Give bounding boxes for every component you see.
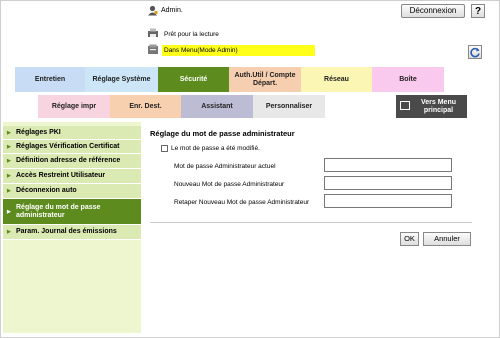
sidebar-item-verification-certificat[interactable]: Réglages Vérification Certificat — [3, 140, 141, 154]
help-button[interactable]: ? — [471, 4, 485, 18]
tab-label: Entretien — [34, 75, 66, 83]
go-main-menu-label: Vers Menu principal — [420, 98, 456, 114]
sidebar-item-acces-restreint[interactable]: Accès Restreint Utilisateur — [3, 169, 141, 184]
tab-label: Personnaliser — [265, 102, 313, 110]
current-password-label: Mot de passe Administrateur actuel — [174, 163, 276, 170]
tab-label: Assistant — [201, 102, 233, 110]
sidebar-item-definition-adresse[interactable]: Définition adresse de référence — [3, 154, 141, 169]
tab-label: Enr. Dest. — [129, 102, 162, 110]
refresh-button[interactable] — [468, 45, 482, 59]
tab-auth-util-compte-depart[interactable]: Auth.Util / Compte Départ. — [229, 67, 301, 92]
page-title: Réglage du mot de passe administrateur — [150, 129, 295, 138]
sidebar: Réglages PKI Réglages Vérification Certi… — [3, 122, 141, 333]
password-changed-checkbox[interactable] — [161, 145, 168, 152]
sidebar-item-journal-emissions[interactable]: Param. Journal des émissions — [3, 225, 141, 240]
tab-label: Réglage Système — [92, 75, 151, 83]
sidebar-item-label: Définition adresse de référence — [16, 157, 121, 164]
status-text: Prêt pour la lecture — [164, 31, 219, 38]
admin-mode-icon — [147, 44, 159, 55]
tab-reglage-impr[interactable]: Réglage impr — [38, 95, 110, 118]
cancel-button[interactable]: Annuler — [423, 232, 471, 246]
sidebar-item-label: Réglages Vérification Certificat — [16, 142, 120, 150]
tab-label: Boîte — [399, 75, 417, 83]
tab-label: Sécurité — [179, 75, 208, 83]
admin-user-icon — [147, 5, 158, 16]
tab-securite[interactable]: Sécurité — [158, 67, 229, 92]
tab-assistant[interactable]: Assistant — [181, 95, 253, 118]
sidebar-item-label: Param. Journal des émissions — [16, 228, 117, 235]
printer-status-icon — [147, 28, 159, 38]
new-password-label: Nouveau Mot de passe Administrateur — [174, 181, 285, 188]
sidebar-item-label: Déconnexion auto — [16, 187, 77, 194]
tab-reseau[interactable]: Réseau — [301, 67, 372, 92]
sidebar-item-mot-de-passe-admin[interactable]: Réglage du mot de passe administrateur — [3, 199, 141, 225]
tab-boite[interactable]: Boîte — [372, 67, 444, 92]
go-main-menu-button[interactable]: Vers Menu principal — [396, 95, 467, 118]
new-password-input[interactable] — [324, 176, 452, 190]
tab-entretien[interactable]: Entretien — [15, 67, 85, 92]
sidebar-item-label: Réglage du mot de passe administrateur — [16, 203, 101, 219]
admin-label: Admin. — [161, 7, 183, 14]
tab-personnaliser[interactable]: Personnaliser — [253, 95, 325, 118]
tab-label: Réseau — [324, 75, 349, 83]
tab-label: Auth.Util / Compte Départ. — [234, 71, 296, 87]
logout-button[interactable]: Déconnexion — [401, 4, 465, 18]
sidebar-item-reglages-pki[interactable]: Réglages PKI — [3, 126, 141, 140]
menu-icon — [400, 101, 410, 110]
tab-reglage-systeme[interactable]: Réglage Système — [85, 67, 158, 92]
retype-password-label: Retaper Nouveau Mot de passe Administrat… — [174, 199, 310, 206]
tab-label: Réglage impr — [51, 102, 97, 110]
window-frame: Admin. Déconnexion ? Prêt pour la lectur… — [0, 0, 500, 338]
refresh-icon — [470, 47, 480, 58]
tab-enr-dest[interactable]: Enr. Dest. — [110, 95, 181, 118]
current-password-input[interactable] — [324, 158, 452, 172]
sidebar-item-label: Réglages PKI — [16, 128, 61, 136]
divider — [150, 222, 472, 223]
password-changed-label: Le mot de passe a été modifié. — [171, 145, 260, 152]
ok-button[interactable]: OK — [400, 232, 419, 246]
mode-indicator: Dans Menu(Mode Admin) — [162, 45, 315, 56]
sidebar-item-deconnexion-auto[interactable]: Déconnexion auto — [3, 184, 141, 199]
retype-password-input[interactable] — [324, 194, 452, 208]
sidebar-item-label: Accès Restreint Utilisateur — [16, 172, 106, 179]
